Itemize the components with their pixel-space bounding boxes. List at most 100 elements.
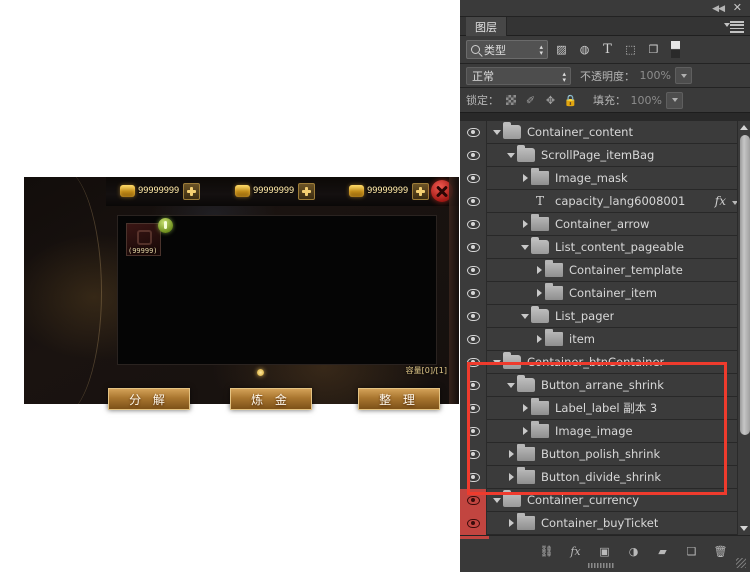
fill-value[interactable]: 100%: [628, 94, 662, 107]
layer-visibility-eye-icon[interactable]: [460, 420, 487, 443]
lock-transparent-pixels-icon[interactable]: [502, 92, 519, 108]
new-layer-icon[interactable]: ❑: [683, 543, 700, 560]
stepper-up-down-icon[interactable]: ▴▾: [539, 44, 543, 56]
layer-row-body[interactable]: item: [487, 328, 750, 351]
layer-row[interactable]: Container_content: [460, 121, 750, 144]
layer-row-body[interactable]: List_content_pageable: [487, 236, 750, 259]
layer-visibility-eye-icon[interactable]: [460, 213, 487, 236]
layer-row-body[interactable]: Image_mask: [487, 167, 750, 190]
layer-visibility-eye-icon[interactable]: [460, 167, 487, 190]
scroll-down-arrow-icon[interactable]: [740, 524, 749, 533]
layer-row[interactable]: List_content_pageable: [460, 236, 750, 259]
currency-item-2[interactable]: 99999999: [235, 182, 315, 200]
twirl-right-icon[interactable]: [505, 443, 517, 466]
twirl-right-icon[interactable]: [533, 328, 545, 351]
alchemy-button[interactable]: 炼 金: [230, 388, 312, 410]
new-group-icon[interactable]: ▰: [654, 543, 671, 560]
layer-row[interactable]: Button_divide_shrink: [460, 466, 750, 489]
fill-caret-down-icon[interactable]: [666, 92, 683, 109]
lock-image-pixels-brush-icon[interactable]: ✐: [522, 92, 539, 108]
panel-resize-grip[interactable]: [588, 563, 614, 568]
layer-row-body[interactable]: Container_btnContainer: [487, 351, 750, 374]
adjustment-layer-filter-icon[interactable]: ◍: [575, 41, 594, 59]
smart-object-filter-icon[interactable]: ❐: [644, 41, 663, 59]
divide-button[interactable]: 分 解: [108, 388, 190, 410]
layer-visibility-eye-icon[interactable]: [460, 121, 487, 144]
layer-row-body[interactable]: List_pager: [487, 305, 750, 328]
layer-visibility-eye-icon[interactable]: [460, 144, 487, 167]
layer-visibility-eye-icon[interactable]: [460, 328, 487, 351]
arrange-button[interactable]: 整 理: [358, 388, 440, 410]
add-layer-mask-icon[interactable]: ▣: [596, 543, 613, 560]
twirl-right-icon[interactable]: [505, 466, 517, 489]
layer-row-body[interactable]: Container_item: [487, 282, 750, 305]
layer-row[interactable]: Label_label 副本 3: [460, 397, 750, 420]
layer-effects-fx-icon[interactable]: fx: [715, 194, 738, 208]
filter-toggle-icon[interactable]: [671, 41, 680, 58]
layer-visibility-eye-icon[interactable]: [460, 190, 487, 213]
type-layer-filter-icon[interactable]: T: [598, 41, 617, 59]
link-layers-icon[interactable]: ⛓: [538, 543, 555, 560]
layer-row[interactable]: Container_currency: [460, 489, 750, 512]
add-currency-button[interactable]: [412, 183, 429, 200]
layer-row-body[interactable]: Container_currency: [487, 489, 750, 512]
layer-row-body[interactable]: Button_polish_shrink: [487, 443, 750, 466]
resize-corner-icon[interactable]: [736, 558, 746, 568]
twirl-right-icon[interactable]: [519, 420, 531, 443]
layer-row[interactable]: Container_btnContainer: [460, 351, 750, 374]
layer-row-body[interactable]: Label_label 副本 3: [487, 397, 750, 420]
layer-visibility-eye-icon[interactable]: [460, 236, 487, 259]
layer-visibility-eye-icon[interactable]: [460, 512, 487, 535]
twirl-down-icon[interactable]: [491, 351, 503, 374]
layer-list[interactable]: Container_contentScrollPage_itemBagImage…: [460, 121, 750, 535]
page-indicator-dot[interactable]: [257, 369, 264, 376]
layer-row-body[interactable]: Tcapacity_lang6008001fx: [487, 190, 750, 213]
layer-style-fx-icon[interactable]: fx: [567, 543, 584, 560]
layer-list-scrollbar[interactable]: [737, 121, 750, 535]
layer-visibility-eye-icon[interactable]: [460, 282, 487, 305]
add-currency-button[interactable]: [298, 183, 315, 200]
layer-row[interactable]: Container_buyTicket: [460, 512, 750, 535]
layer-visibility-eye-icon[interactable]: [460, 397, 487, 420]
layer-visibility-eye-icon[interactable]: [460, 374, 487, 397]
add-currency-button[interactable]: [183, 183, 200, 200]
layer-row-body[interactable]: ScrollPage_itemBag: [487, 144, 750, 167]
layer-visibility-eye-icon[interactable]: [460, 305, 487, 328]
collapse-double-arrow-icon[interactable]: ◀◀: [712, 4, 724, 14]
layer-row-body[interactable]: Button_arrane_shrink: [487, 374, 750, 397]
layer-row[interactable]: ScrollPage_itemBag: [460, 144, 750, 167]
lock-all-padlock-icon[interactable]: 🔒: [562, 92, 579, 108]
layer-row[interactable]: Container_arrow: [460, 213, 750, 236]
layer-row[interactable]: Button_polish_shrink: [460, 443, 750, 466]
layer-row-body[interactable]: Container_arrow: [487, 213, 750, 236]
stepper-up-down-icon[interactable]: ▴▾: [562, 71, 566, 83]
tab-layers[interactable]: 图层: [466, 17, 507, 36]
shape-layer-filter-icon[interactable]: ⬚: [621, 41, 640, 59]
layer-row[interactable]: Tcapacity_lang6008001fx: [460, 190, 750, 213]
twirl-right-icon[interactable]: [533, 259, 545, 282]
filter-type-select[interactable]: 类型 ▴▾: [466, 40, 548, 59]
layer-row[interactable]: Image_mask: [460, 167, 750, 190]
layer-visibility-eye-icon[interactable]: [460, 466, 487, 489]
layer-visibility-eye-icon[interactable]: [460, 443, 487, 466]
twirl-right-icon[interactable]: [519, 397, 531, 420]
twirl-down-icon[interactable]: [491, 489, 503, 512]
layer-row[interactable]: Button_arrane_shrink: [460, 374, 750, 397]
layer-row-body[interactable]: Button_divide_shrink: [487, 466, 750, 489]
twirl-right-icon[interactable]: [505, 512, 517, 535]
pixel-layer-filter-icon[interactable]: ▨: [552, 41, 571, 59]
delete-layer-trash-icon[interactable]: 🗑: [712, 543, 729, 560]
lock-position-move-icon[interactable]: ✥: [542, 92, 559, 108]
twirl-down-icon[interactable]: [491, 121, 503, 144]
layer-row[interactable]: item: [460, 328, 750, 351]
twirl-right-icon[interactable]: [519, 213, 531, 236]
twirl-down-icon[interactable]: [519, 305, 531, 328]
layer-row[interactable]: List_pager: [460, 305, 750, 328]
inventory-item-slot[interactable]: (99999): [126, 223, 161, 256]
layer-row[interactable]: Image_image: [460, 420, 750, 443]
layer-row-body[interactable]: Container_content: [487, 121, 750, 144]
layer-visibility-eye-icon[interactable]: [460, 489, 487, 512]
twirl-down-icon[interactable]: [505, 374, 517, 397]
twirl-down-icon[interactable]: [519, 236, 531, 259]
layer-row-body[interactable]: Image_image: [487, 420, 750, 443]
